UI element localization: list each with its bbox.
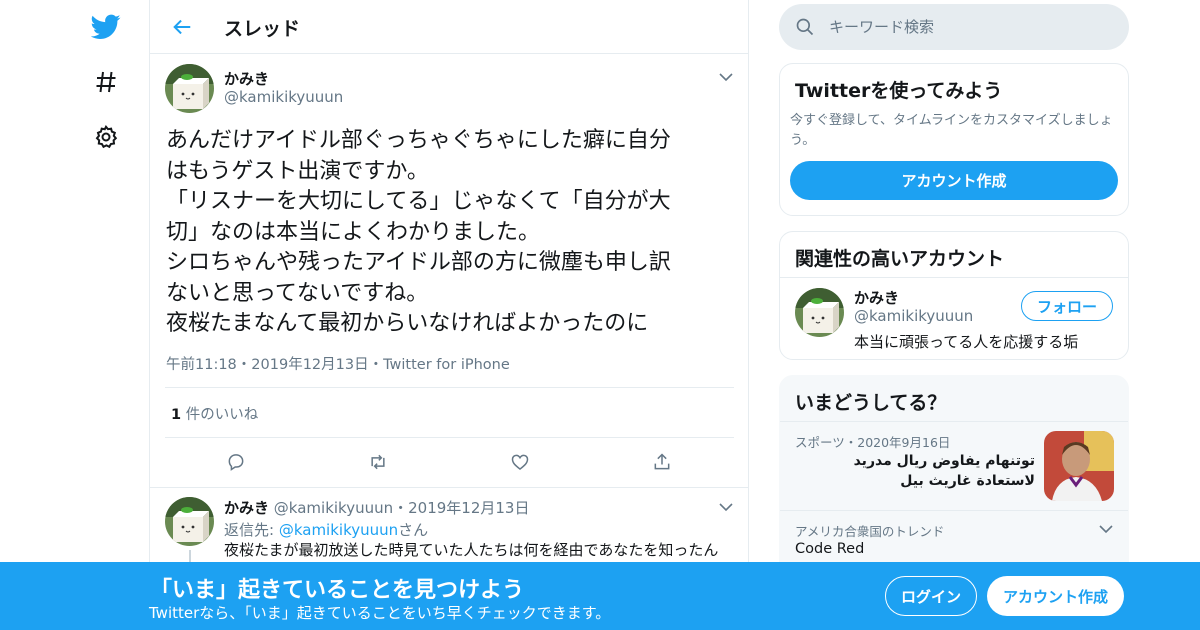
related-name[interactable]: かみき (854, 287, 899, 308)
search-box[interactable] (779, 4, 1129, 50)
divider (165, 387, 734, 388)
banner-create-account-button[interactable]: アカウント作成 (987, 576, 1124, 616)
reply-author-name[interactable]: かみき (224, 499, 269, 517)
search-input[interactable] (829, 4, 1119, 50)
trends-title: いまどうしてる？ (795, 392, 947, 414)
tweet-text: あんだけアイドル部ぐっちゃぐちゃにした癖に自分 はもうゲスト出演ですか。 「リス… (166, 128, 671, 336)
avatar[interactable] (165, 64, 214, 113)
login-button[interactable]: ログイン (885, 576, 977, 616)
signup-banner: 「いま」起きていることを見つけよう Twitterなら、「いま」起きていることを… (0, 562, 1200, 630)
hashtag-icon[interactable] (87, 63, 125, 101)
thread-header: スレッド (150, 0, 748, 54)
reply-text: 夜桜たまが最初放送した時見ていた人たちは何を経由であなたを知ったん (224, 541, 719, 559)
signup-card-title: Twitterを使ってみよう (795, 80, 1003, 102)
reply-handle-date[interactable]: @kamikikyuuun・2019年12月13日 (274, 499, 530, 517)
retweet-icon[interactable] (364, 449, 392, 475)
likes-label: 件のいいね (181, 407, 259, 423)
trend-title: Code Red (795, 541, 865, 557)
avatar[interactable] (795, 288, 844, 337)
left-nav (80, 0, 132, 630)
chevron-down-icon[interactable] (1096, 519, 1116, 539)
related-bio: 本当に頑張ってる人を応援する垢 (854, 333, 1079, 351)
signup-card-desc: 今すぐ登録して、タイムラインをカスタマイズしましょう。 (790, 113, 1113, 148)
reply-header: かみき @kamikikyuuun・2019年12月13日 (224, 497, 529, 518)
create-account-button[interactable]: アカウント作成 (790, 161, 1118, 200)
reply-icon[interactable] (222, 449, 250, 475)
reply-to-mention[interactable]: @kamikikyuuun (279, 521, 398, 539)
related-handle[interactable]: @kamikikyuuun (854, 307, 973, 325)
chevron-down-icon[interactable] (716, 497, 736, 517)
trend-meta: スポーツ・2020年9月16日 (795, 435, 951, 450)
trends-card: いまどうしてる？ スポーツ・2020年9月16日 توتنهام يفاوض ر… (779, 375, 1129, 575)
trend-headline-line1: توتنهام يفاوض ريال مدريد (853, 453, 1035, 469)
reply-to-prefix: 返信先: (224, 521, 279, 539)
banner-subtitle: Twitterなら、「いま」起きていることをいち早くチェックできます。 (149, 604, 611, 622)
divider (780, 277, 1128, 278)
heart-icon[interactable] (506, 449, 534, 475)
search-icon (795, 17, 815, 37)
trend-meta: アメリカ合衆国のトレンド (795, 524, 945, 539)
back-arrow-icon[interactable] (168, 13, 196, 41)
reply-to: 返信先: @kamikikyuuunさん (224, 519, 428, 540)
related-title: 関連性の高いアカウント (795, 248, 1005, 270)
twitter-bird-icon[interactable] (87, 8, 125, 46)
author-handle[interactable]: @kamikikyuuun (224, 88, 343, 106)
reply-to-suffix: さん (398, 521, 429, 539)
related-accounts-card: 関連性の高いアカウント かみき @kamikikyuuun 本当に頑張ってる人を… (779, 231, 1129, 360)
trend-item[interactable]: スポーツ・2020年9月16日 توتنهام يفاوض ريال مدريد… (780, 422, 1128, 510)
likes-count[interactable]: 1 件のいいね (171, 403, 258, 424)
trend-headline-line2: لاستعادة غاريث بيل (900, 473, 1035, 489)
thread-column: スレッド かみき @kamikikyuuun あんだけアイドル部ぐっちゃぐちゃに… (149, 0, 749, 630)
page-root: スレッド かみき @kamikikyuuun あんだけアイドル部ぐっちゃぐちゃに… (0, 0, 1200, 630)
tweet-timestamp[interactable]: 午前11:18・2019年12月13日・Twitter for iPhone (166, 353, 510, 374)
avatar[interactable] (165, 497, 214, 546)
page-title: スレッド (224, 18, 301, 40)
share-icon[interactable] (648, 449, 676, 475)
divider (165, 437, 734, 438)
trend-thumbnail (1044, 431, 1114, 501)
follow-button[interactable]: フォロー (1021, 291, 1113, 321)
chevron-down-icon[interactable] (716, 67, 736, 87)
signup-card: Twitterを使ってみよう 今すぐ登録して、タイムラインをカスタマイズしましょ… (779, 63, 1129, 216)
banner-title: 「いま」起きていることを見つけよう (150, 578, 525, 603)
main-tweet: かみき @kamikikyuuun あんだけアイドル部ぐっちゃぐちゃにした癖に自… (150, 54, 748, 487)
likes-number: 1 (171, 407, 182, 423)
author-name[interactable]: かみき (224, 68, 269, 89)
gear-icon[interactable] (87, 118, 125, 156)
